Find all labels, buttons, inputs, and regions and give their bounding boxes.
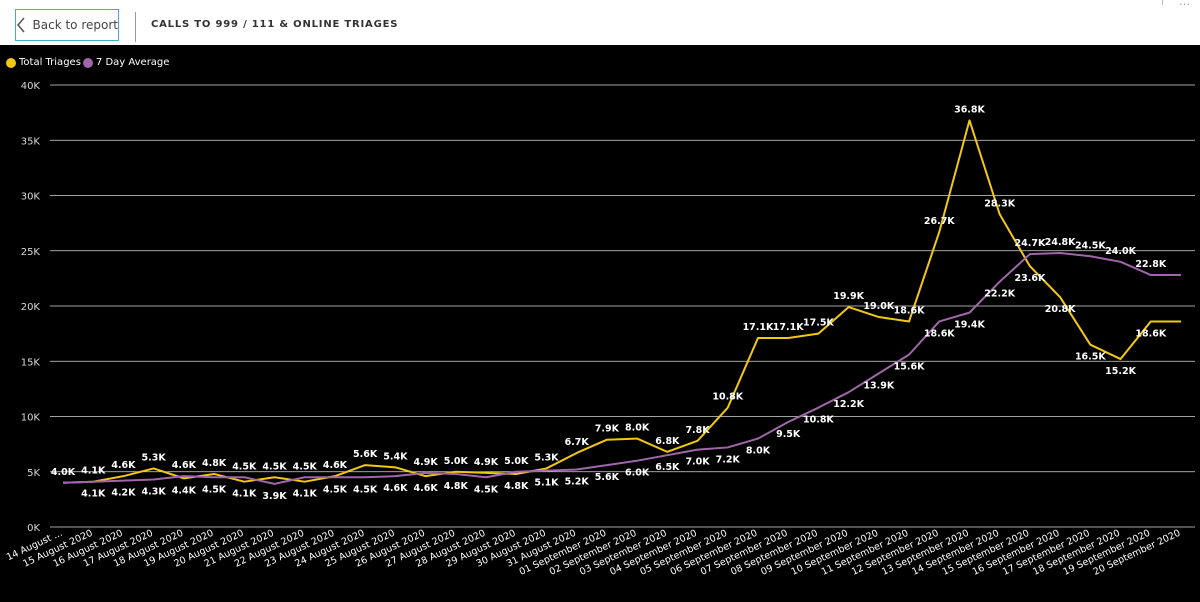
data-label: 18.6K xyxy=(1135,328,1166,339)
data-label: 15.2K xyxy=(1105,366,1136,377)
data-label: 4.1K xyxy=(81,466,106,477)
data-label: 5.4K xyxy=(383,451,408,462)
y-tick-label: 20K xyxy=(21,302,41,313)
data-label: 5.0K xyxy=(444,456,469,467)
data-label: 5.3K xyxy=(534,452,559,463)
data-label: 36.8K xyxy=(954,104,985,115)
data-label: 4.6K xyxy=(413,483,438,494)
y-tick-label: 40K xyxy=(21,81,41,92)
y-tick-label: 35K xyxy=(21,136,41,147)
data-label: 6.8K xyxy=(655,436,680,447)
data-label: 19.4K xyxy=(954,320,985,331)
back-button-label: Back to report xyxy=(32,18,118,32)
data-label: 4.8K xyxy=(504,481,529,492)
data-label: 22.8K xyxy=(1135,259,1166,270)
data-label: 28.3K xyxy=(984,198,1015,209)
data-label: 7.2K xyxy=(716,454,741,465)
chevron-left-icon xyxy=(16,9,27,41)
data-label: 19.9K xyxy=(833,291,864,302)
y-tick-label: 5K xyxy=(27,468,40,479)
data-label: 24.8K xyxy=(1045,237,1076,248)
visual-options-icons[interactable]: ⊤ … xyxy=(1158,0,1194,8)
line-chart: 0K5K10K15K20K25K30K35K40K14 August ...15… xyxy=(5,81,1195,578)
data-label: 5.6K xyxy=(595,472,620,483)
data-label: 5.1K xyxy=(534,478,559,489)
data-label: 22.2K xyxy=(984,289,1015,300)
data-label: 4.5K xyxy=(293,461,318,472)
data-label: 19.0K xyxy=(863,301,894,312)
data-label: 24.5K xyxy=(1075,240,1106,251)
data-label: 4.0K xyxy=(51,467,76,478)
data-label: 17.1K xyxy=(743,322,774,333)
seven-day-average-line xyxy=(62,251,1181,485)
data-label: 4.3K xyxy=(142,486,167,497)
y-tick-label: 25K xyxy=(21,247,41,258)
data-label: 4.8K xyxy=(444,481,469,492)
page-title: CALLS TO 999 / 111 & ONLINE TRIAGES xyxy=(151,19,399,30)
data-label: 4.6K xyxy=(323,460,348,471)
data-label: 4.4K xyxy=(172,485,197,496)
data-label: 4.1K xyxy=(81,489,106,500)
data-label: 8.0K xyxy=(625,423,650,434)
data-label: 16.5K xyxy=(1075,352,1106,363)
data-label: 4.5K xyxy=(353,484,378,495)
data-label: 18.6K xyxy=(924,328,955,339)
data-label: 4.6K xyxy=(172,460,197,471)
data-label: 18.6K xyxy=(894,305,925,316)
data-label: 24.0K xyxy=(1105,246,1136,257)
data-label: 17.5K xyxy=(803,318,834,329)
data-label: 4.9K xyxy=(413,457,438,468)
back-to-report-button[interactable]: Back to report xyxy=(15,9,119,41)
data-label: 6.5K xyxy=(655,462,680,473)
data-label: 4.1K xyxy=(293,489,318,500)
data-label: 4.8K xyxy=(202,458,227,469)
data-label: 5.3K xyxy=(142,452,167,463)
data-label: 9.5K xyxy=(776,429,801,440)
data-label: 4.6K xyxy=(383,483,408,494)
y-tick-label: 30K xyxy=(21,192,41,203)
data-label: 4.5K xyxy=(262,461,287,472)
data-label: 6.0K xyxy=(625,468,650,479)
data-label: 10.8K xyxy=(712,392,743,403)
total-triages-line xyxy=(62,119,1181,484)
data-label: 23.6K xyxy=(1015,273,1046,284)
top-bar: Back to report CALLS TO 999 / 111 & ONLI… xyxy=(0,0,1200,45)
data-label: 24.7K xyxy=(1015,238,1046,249)
data-label: 26.7K xyxy=(924,216,955,227)
header-divider xyxy=(135,12,136,42)
data-label: 7.0K xyxy=(685,457,710,468)
data-label: 4.5K xyxy=(232,461,257,472)
data-label: 12.2K xyxy=(833,399,864,410)
data-label: 8.0K xyxy=(746,446,771,457)
data-label: 5.2K xyxy=(565,477,590,488)
data-label: 15.6K xyxy=(894,362,925,373)
data-label: 7.9K xyxy=(595,424,620,435)
data-label: 5.6K xyxy=(353,449,378,460)
y-tick-label: 10K xyxy=(21,413,41,424)
data-label: 4.5K xyxy=(202,484,227,495)
data-label: 7.8K xyxy=(685,425,710,436)
data-label: 10.8K xyxy=(803,415,834,426)
data-label: 4.2K xyxy=(111,488,136,499)
data-label: 4.5K xyxy=(323,484,348,495)
data-label: 13.9K xyxy=(863,380,894,391)
data-label: 4.6K xyxy=(111,460,136,471)
data-label: 4.5K xyxy=(474,484,499,495)
y-tick-label: 15K xyxy=(21,357,41,368)
data-label: 4.9K xyxy=(474,457,499,468)
data-label: 5.0K xyxy=(504,456,529,467)
y-tick-label: 0K xyxy=(27,523,40,534)
data-label: 20.8K xyxy=(1045,304,1076,315)
data-label: 17.1K xyxy=(773,322,804,333)
data-label: 3.9K xyxy=(262,491,287,502)
data-label: 6.7K xyxy=(565,437,590,448)
data-label: 4.1K xyxy=(232,489,257,500)
